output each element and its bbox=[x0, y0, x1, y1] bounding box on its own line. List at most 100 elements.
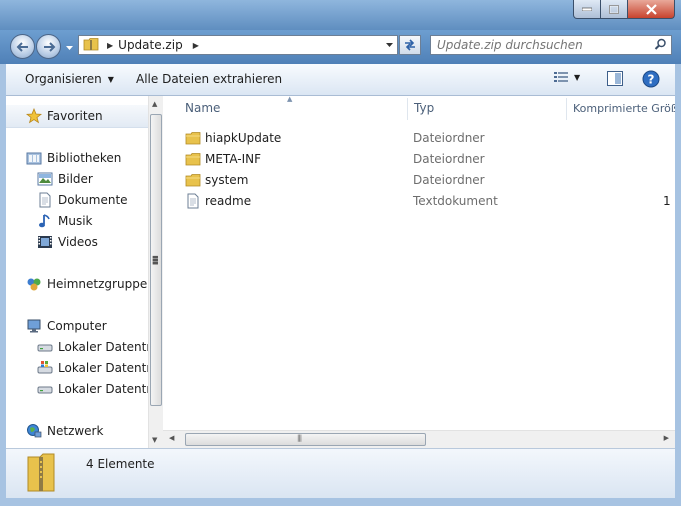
nav-library-pictures[interactable]: Bilder bbox=[37, 169, 93, 189]
nav-library-videos[interactable]: Videos bbox=[37, 232, 98, 252]
details-pane: 4 Elemente bbox=[6, 448, 675, 498]
column-header-compressed-size[interactable]: Komprimierte Größe bbox=[573, 96, 675, 120]
pictures-icon bbox=[37, 171, 53, 187]
change-view-button[interactable]: ▼ bbox=[554, 71, 580, 83]
nav-homegroup[interactable]: Heimnetzgruppe bbox=[26, 274, 147, 294]
forward-button[interactable] bbox=[36, 34, 61, 59]
hard-drive-icon bbox=[37, 381, 53, 397]
chevron-down-icon[interactable]: ▼ bbox=[574, 73, 580, 82]
extract-all-button[interactable]: Alle Dateien extrahieren bbox=[136, 72, 282, 86]
music-icon bbox=[37, 213, 53, 229]
navigation-scrollbar[interactable]: ▲ ▬ ▬ ▬ ▼ bbox=[148, 96, 163, 448]
file-list-scrollbar[interactable]: ◀ ||| ▶ bbox=[163, 430, 675, 448]
nav-computer-label: Computer bbox=[47, 319, 107, 333]
close-button[interactable] bbox=[628, 0, 675, 19]
folder-icon bbox=[185, 148, 201, 169]
scroll-up-icon[interactable]: ▲ bbox=[152, 100, 157, 108]
help-button[interactable]: ? bbox=[642, 70, 660, 91]
maximize-button[interactable] bbox=[601, 0, 628, 19]
zip-folder-icon bbox=[83, 37, 99, 54]
column-header-type[interactable]: Typ bbox=[414, 96, 434, 120]
file-type: Dateiordner bbox=[413, 130, 485, 145]
preview-pane-button[interactable] bbox=[607, 71, 623, 89]
command-bar: Organisieren ▼ Alle Dateien extrahieren … bbox=[6, 64, 675, 96]
nav-library-music[interactable]: Musik bbox=[37, 211, 93, 231]
window-controls bbox=[573, 0, 675, 19]
window-frame-bottom bbox=[0, 498, 681, 506]
hard-drive-icon bbox=[37, 339, 53, 355]
homegroup-icon bbox=[26, 276, 42, 292]
maximize-icon bbox=[609, 4, 619, 14]
table-row[interactable]: hiapkUpdate Dateiordner bbox=[163, 127, 675, 148]
arrow-left-icon bbox=[16, 41, 28, 52]
item-count: 4 Elemente bbox=[86, 457, 155, 471]
nav-computer[interactable]: Computer bbox=[26, 316, 107, 336]
network-icon bbox=[26, 423, 42, 439]
breadcrumb-update-zip[interactable]: Update.zip bbox=[118, 38, 183, 52]
svg-text:?: ? bbox=[648, 73, 655, 87]
hard-drive-windows-icon bbox=[37, 360, 53, 376]
text-document-icon bbox=[185, 190, 201, 211]
nav-favorites-label: Favoriten bbox=[47, 109, 103, 123]
column-compressed-label: Komprimierte Größe bbox=[573, 101, 675, 115]
minimize-button[interactable] bbox=[573, 0, 601, 19]
nav-favorites[interactable]: Favoriten bbox=[26, 106, 103, 126]
documents-icon bbox=[37, 192, 53, 208]
breadcrumb-chevron-icon[interactable]: ▶ bbox=[193, 41, 199, 50]
nav-libraries[interactable]: Bibliotheken bbox=[26, 148, 121, 168]
file-name: META-INF bbox=[205, 151, 262, 166]
column-divider[interactable] bbox=[566, 98, 567, 120]
extract-all-label: Alle Dateien extrahieren bbox=[136, 72, 283, 86]
computer-icon bbox=[26, 318, 42, 334]
nav-homegroup-label: Heimnetzgruppe bbox=[47, 277, 148, 291]
nav-library-pictures-label: Bilder bbox=[58, 172, 93, 186]
star-icon bbox=[26, 108, 42, 124]
close-icon bbox=[645, 3, 657, 15]
arrow-right-icon bbox=[43, 41, 55, 52]
search-icon[interactable] bbox=[654, 38, 667, 54]
file-size: 1 bbox=[663, 193, 671, 208]
table-row[interactable]: readme Textdokument 1 bbox=[163, 190, 675, 211]
help-icon: ? bbox=[642, 70, 660, 88]
column-divider[interactable] bbox=[407, 98, 408, 120]
file-name: system bbox=[205, 172, 249, 187]
preview-pane-icon bbox=[607, 71, 623, 86]
file-name: hiapkUpdate bbox=[205, 130, 282, 145]
scroll-grip-icon: ▬ ▬ ▬ bbox=[152, 253, 159, 267]
search-box[interactable] bbox=[430, 35, 672, 55]
minimize-icon bbox=[582, 7, 592, 11]
table-row[interactable]: system Dateiordner bbox=[163, 169, 675, 190]
nav-libraries-label: Bibliotheken bbox=[47, 151, 122, 165]
window-frame-right bbox=[675, 64, 681, 506]
back-button[interactable] bbox=[10, 34, 35, 59]
address-bar[interactable]: ▶ Update.zip ▶ bbox=[78, 35, 398, 55]
column-header-name[interactable]: Name bbox=[185, 96, 220, 120]
refresh-button[interactable] bbox=[399, 35, 421, 55]
organize-button[interactable]: Organisieren ▼ bbox=[25, 72, 114, 86]
nav-library-videos-label: Videos bbox=[58, 235, 98, 249]
folder-icon bbox=[185, 169, 201, 190]
chevron-down-icon bbox=[386, 42, 393, 47]
organize-label: Organisieren bbox=[25, 72, 102, 86]
chevron-down-icon: ▼ bbox=[107, 74, 114, 84]
scroll-down-icon[interactable]: ▼ bbox=[152, 436, 157, 444]
file-type: Dateiordner bbox=[413, 172, 485, 187]
nav-library-documents[interactable]: Dokumente bbox=[37, 190, 128, 210]
scroll-right-icon[interactable]: ▶ bbox=[664, 434, 669, 442]
breadcrumb-separator-icon: ▶ bbox=[107, 40, 114, 50]
file-list-scroll-thumb[interactable] bbox=[185, 433, 426, 446]
search-input[interactable] bbox=[437, 38, 647, 52]
address-dropdown-button[interactable] bbox=[382, 36, 397, 54]
scroll-left-icon[interactable]: ◀ bbox=[169, 434, 174, 442]
nav-library-music-label: Musik bbox=[58, 214, 93, 228]
recent-pages-dropdown[interactable] bbox=[64, 42, 74, 54]
column-name-label: Name bbox=[185, 101, 221, 115]
folder-icon bbox=[185, 127, 201, 148]
table-row[interactable]: META-INF Dateiordner bbox=[163, 148, 675, 169]
nav-network[interactable]: Netzwerk bbox=[26, 421, 103, 441]
nav-network-label: Netzwerk bbox=[47, 424, 104, 438]
chevron-down-icon bbox=[65, 45, 73, 50]
videos-icon bbox=[37, 234, 53, 250]
file-type: Textdokument bbox=[413, 193, 498, 208]
sort-ascending-icon: ▲ bbox=[287, 96, 293, 103]
